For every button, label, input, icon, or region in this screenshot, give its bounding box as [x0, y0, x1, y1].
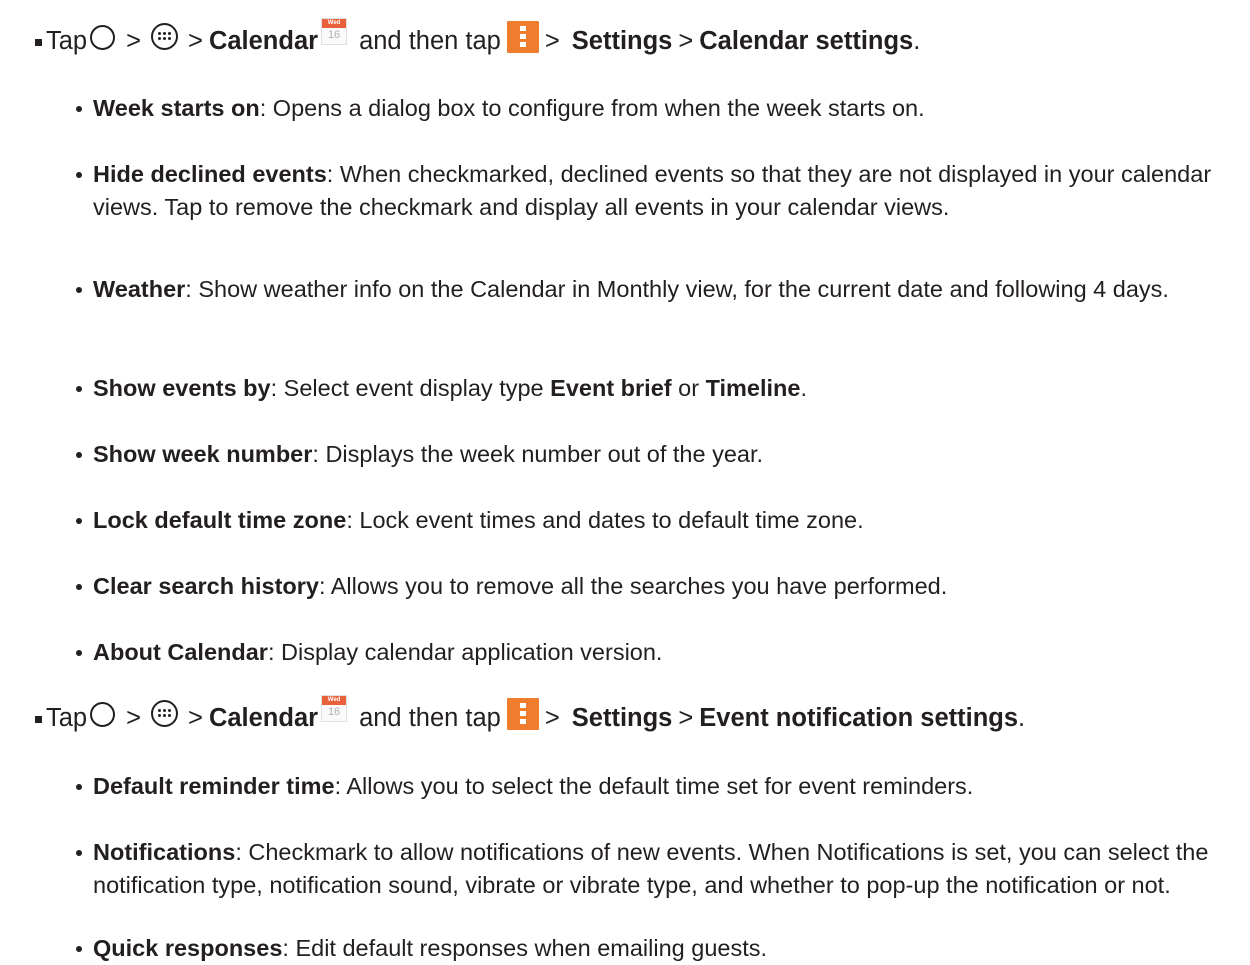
item-desc: : Display calendar application version.: [267, 639, 663, 665]
apps-grid-icon: [151, 22, 179, 50]
and-then-tap-text: and then tap: [359, 26, 501, 55]
menu-vertical-dots-icon: [506, 698, 539, 730]
home-circle-icon: [90, 24, 116, 50]
round-bullet: [76, 386, 82, 392]
calendar-label: Calendar: [208, 26, 319, 55]
gt-separator: >: [188, 26, 203, 55]
calendar-icon-day-label: Wed: [322, 18, 347, 28]
round-bullet: [76, 946, 82, 952]
calendar-icon-day-number: 16: [327, 705, 341, 718]
item-term: Hide declined events: [93, 161, 327, 187]
item-desc: : Lock event times and dates to default …: [346, 507, 864, 533]
item-desc: : Allows you to select the default time …: [334, 773, 974, 799]
apps-grid-icon: [151, 699, 179, 727]
square-bullet: [35, 716, 42, 723]
item-term: Clear search history: [93, 573, 319, 599]
round-bullet: [76, 518, 82, 524]
settings-label: Settings: [571, 26, 673, 55]
event-notification-settings-label: Event notification settings: [699, 703, 1019, 732]
settings-doc-page: Tap > > Calendar Wed 16 and then tap > S…: [0, 0, 1250, 964]
item-term: Quick responses: [93, 935, 283, 961]
gt-separator: >: [126, 26, 142, 55]
tap-word: Tap: [46, 26, 88, 55]
gt-separator: >: [126, 703, 142, 732]
calendar-app-icon: Wed 16: [321, 694, 348, 722]
item-desc: : Show weather info on the Calendar in M…: [185, 276, 1169, 302]
list-item-show-events-by: Show events by: Select event display typ…: [93, 372, 1213, 405]
item-desc: : Select event display type: [270, 375, 551, 401]
gt-separator: >: [544, 26, 560, 55]
calendar-icon-day-number: 16: [327, 28, 341, 41]
item-term: Weather: [93, 276, 186, 302]
item-desc: : Displays the week number out of the ye…: [312, 441, 764, 467]
period: .: [1018, 703, 1026, 732]
list-item-notifications: Notifications: Checkmark to allow notifi…: [93, 836, 1213, 902]
gt-separator: >: [678, 26, 694, 55]
item-desc: : Allows you to remove all the searches …: [318, 573, 948, 599]
gt-separator: >: [678, 703, 694, 732]
round-bullet: [76, 287, 82, 293]
list-item-weather: Weather: Show weather info on the Calend…: [93, 273, 1213, 306]
list-item-clear-search-history: Clear search history: Allows you to remo…: [93, 570, 1213, 603]
list-item-week-starts-on: Week starts on: Opens a dialog box to co…: [93, 92, 1213, 125]
option-event-brief: Event brief: [550, 375, 672, 401]
period: .: [913, 26, 921, 55]
round-bullet: [76, 172, 82, 178]
item-term: Lock default time zone: [93, 507, 347, 533]
item-desc: : Checkmark to allow notifications of ne…: [93, 839, 1209, 898]
item-term: Show week number: [93, 441, 313, 467]
square-bullet: [35, 39, 42, 46]
list-item-about-calendar: About Calendar: Display calendar applica…: [93, 636, 1213, 669]
and-then-tap-text: and then tap: [359, 703, 501, 732]
item-desc: : Opens a dialog box to configure from w…: [259, 95, 925, 121]
calendar-settings-label: Calendar settings: [699, 26, 914, 55]
calendar-icon-day-label: Wed: [322, 695, 347, 705]
round-bullet: [76, 650, 82, 656]
gt-separator: >: [544, 703, 560, 732]
gt-separator: >: [188, 703, 203, 732]
item-term: Show events by: [93, 375, 271, 401]
round-bullet: [76, 106, 82, 112]
list-item-default-reminder-time: Default reminder time: Allows you to sel…: [93, 770, 1213, 803]
round-bullet: [76, 584, 82, 590]
item-term: Default reminder time: [93, 773, 335, 799]
round-bullet: [76, 850, 82, 856]
list-item-hide-declined-events: Hide declined events: When checkmarked, …: [93, 158, 1213, 224]
item-term: Notifications: [93, 839, 236, 865]
calendar-app-icon: Wed 16: [321, 17, 348, 45]
calendar-label: Calendar: [208, 703, 319, 732]
item-desc: .: [800, 375, 808, 401]
list-item-show-week-number: Show week number: Displays the week numb…: [93, 438, 1213, 471]
item-desc: : Edit default responses when emailing g…: [282, 935, 768, 961]
item-term: About Calendar: [93, 639, 268, 665]
round-bullet: [76, 784, 82, 790]
item-desc: or: [671, 375, 706, 401]
item-term: Week starts on: [93, 95, 260, 121]
settings-label: Settings: [571, 703, 673, 732]
tap-word: Tap: [46, 703, 88, 732]
home-circle-icon: [90, 701, 116, 727]
menu-vertical-dots-icon: [506, 21, 539, 53]
list-item-quick-responses: Quick responses: Edit default responses …: [93, 932, 1213, 965]
option-timeline: Timeline: [705, 375, 801, 401]
round-bullet: [76, 452, 82, 458]
list-item-lock-default-time-zone: Lock default time zone: Lock event times…: [93, 504, 1213, 537]
